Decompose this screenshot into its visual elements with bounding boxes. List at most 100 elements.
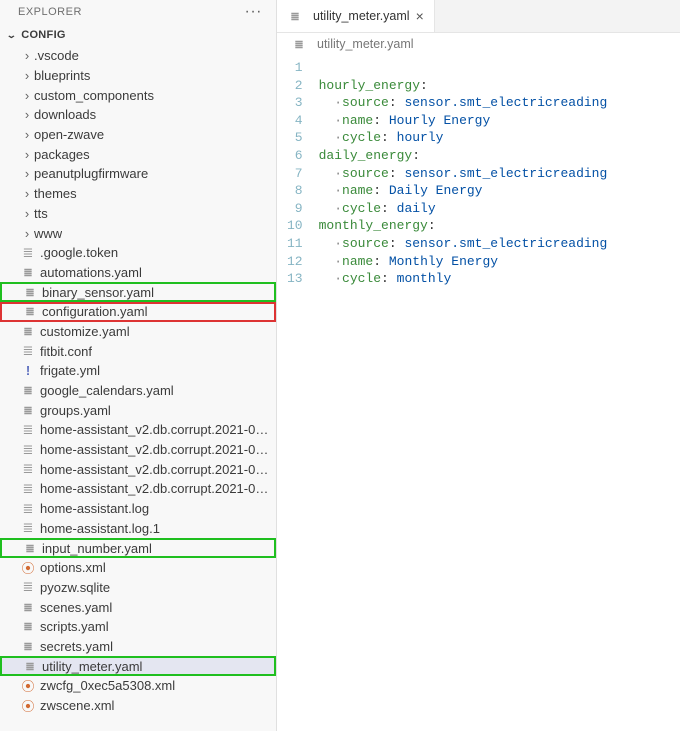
- yaml-icon: ≣: [22, 304, 38, 320]
- file-label: automations.yaml: [40, 265, 142, 280]
- file-item[interactable]: !frigate.yml: [0, 361, 276, 381]
- db-icon: ≣: [20, 481, 36, 497]
- yaml-icon: ≣: [20, 264, 36, 280]
- tab-utility-meter[interactable]: ≣ utility_meter.yaml ×: [277, 0, 435, 32]
- folder-label: open-zwave: [34, 127, 104, 142]
- file-label: secrets.yaml: [40, 639, 113, 654]
- file-item[interactable]: ≣scenes.yaml: [0, 597, 276, 617]
- db-icon: ≣: [20, 422, 36, 438]
- file-label: fitbit.conf: [40, 344, 92, 359]
- file-label: home-assistant.log.1: [40, 521, 160, 536]
- file-item[interactable]: ⦿zwcfg_0xec5a5308.xml: [0, 676, 276, 696]
- more-icon[interactable]: ···: [245, 7, 262, 17]
- yaml-icon: ≣: [287, 8, 303, 24]
- log-icon: ≣: [20, 520, 36, 536]
- folder-label: themes: [34, 186, 77, 201]
- db-icon: ≣: [20, 579, 36, 595]
- file-item[interactable]: ≣ configuration.yaml: [0, 302, 276, 322]
- file-label: configuration.yaml: [42, 304, 148, 319]
- chevron-right-icon: ›: [20, 226, 34, 241]
- breadcrumb-label: utility_meter.yaml: [317, 37, 414, 51]
- folder-item[interactable]: ›downloads: [0, 105, 276, 125]
- chevron-right-icon: ›: [20, 206, 34, 221]
- folder-label: .vscode: [34, 48, 79, 63]
- folder-item[interactable]: ›www: [0, 223, 276, 243]
- chevron-down-icon: ⌄: [6, 29, 17, 40]
- chevron-right-icon: ›: [20, 107, 34, 122]
- file-item[interactable]: ≣input_number.yaml: [0, 538, 276, 558]
- code-area[interactable]: 12345678910111213 hourly_energy: ·source…: [277, 55, 680, 731]
- file-item[interactable]: ≣pyozw.sqlite: [0, 578, 276, 598]
- folder-label: peanutplugfirmware: [34, 166, 148, 181]
- folder-label: www: [34, 226, 62, 241]
- file-label: utility_meter.yaml: [42, 659, 142, 674]
- folder-label: blueprints: [34, 68, 90, 83]
- chevron-right-icon: ›: [20, 166, 34, 181]
- file-item[interactable]: ⦿ options.xml: [0, 558, 276, 578]
- file-item[interactable]: ≣home-assistant.log: [0, 499, 276, 519]
- folder-item[interactable]: ›.vscode: [0, 46, 276, 66]
- file-label: google_calendars.yaml: [40, 383, 174, 398]
- folder-item[interactable]: ›open-zwave: [0, 125, 276, 145]
- xml-icon: ⦿: [20, 560, 36, 576]
- file-item[interactable]: ≣ .google.token: [0, 243, 276, 263]
- folder-item[interactable]: ›custom_components: [0, 85, 276, 105]
- folder-item[interactable]: ›blueprints: [0, 66, 276, 86]
- close-icon[interactable]: ×: [416, 8, 424, 24]
- file-item[interactable]: ≣groups.yaml: [0, 400, 276, 420]
- file-item[interactable]: ≣google_calendars.yaml: [0, 381, 276, 401]
- folder-label: custom_components: [34, 88, 154, 103]
- file-label: home-assistant.log: [40, 501, 149, 516]
- editor-pane: ≣ utility_meter.yaml × ≣ utility_meter.y…: [277, 0, 680, 731]
- yaml-icon: ≣: [22, 284, 38, 300]
- file-item[interactable]: ≣fitbit.conf: [0, 341, 276, 361]
- file-item[interactable]: ≣home-assistant_v2.db.corrupt.2021-08-18…: [0, 479, 276, 499]
- file-label: zwscene.xml: [40, 698, 114, 713]
- folder-item[interactable]: ›themes: [0, 184, 276, 204]
- file-item[interactable]: ≣ home-assistant.log.1: [0, 519, 276, 539]
- explorer-sidebar: EXPLORER ··· ⌄ CONFIG ›.vscode›blueprint…: [0, 0, 277, 731]
- file-item[interactable]: ⦿ zwscene.xml: [0, 696, 276, 716]
- file-label: groups.yaml: [40, 403, 111, 418]
- yaml-icon: ≣: [20, 323, 36, 339]
- explorer-title: EXPLORER: [18, 6, 82, 18]
- yaml-icon: ≣: [22, 540, 38, 556]
- line-gutter: 12345678910111213: [277, 59, 319, 731]
- xml-icon: ⦿: [20, 698, 36, 714]
- yaml-icon: ≣: [291, 36, 307, 52]
- explorer-header: EXPLORER ···: [0, 0, 276, 24]
- file-item[interactable]: ≣ binary_sensor.yaml: [0, 282, 276, 302]
- folder-item[interactable]: ›packages: [0, 144, 276, 164]
- file-label: .google.token: [40, 245, 118, 260]
- folder-item[interactable]: ›tts: [0, 204, 276, 224]
- file-label: scripts.yaml: [40, 619, 109, 634]
- file-item[interactable]: ≣secrets.yaml: [0, 637, 276, 657]
- file-item[interactable]: ≣ home-assistant_v2.db.corrupt.2021-05-06…: [0, 420, 276, 440]
- file-item[interactable]: ≣customize.yaml: [0, 322, 276, 342]
- folder-label: downloads: [34, 107, 96, 122]
- chevron-right-icon: ›: [20, 88, 34, 103]
- file-tree: ›.vscode›blueprints›custom_components›do…: [0, 46, 276, 731]
- file-item[interactable]: ≣ automations.yaml: [0, 263, 276, 283]
- generic-icon: ≣: [20, 245, 36, 261]
- file-item[interactable]: ≣home-assistant_v2.db.corrupt.2021-07-10…: [0, 440, 276, 460]
- tab-label: utility_meter.yaml: [313, 9, 410, 23]
- file-label: binary_sensor.yaml: [42, 285, 154, 300]
- file-item[interactable]: ≣utility_meter.yaml: [0, 656, 276, 676]
- file-label: frigate.yml: [40, 363, 100, 378]
- file-item[interactable]: ≣scripts.yaml: [0, 617, 276, 637]
- file-item[interactable]: ≣home-assistant_v2.db.corrupt.2021-07-21…: [0, 459, 276, 479]
- file-label: home-assistant_v2.db.corrupt.2021-05-06T…: [40, 422, 270, 437]
- config-section-header[interactable]: ⌄ CONFIG: [0, 24, 276, 46]
- chevron-right-icon: ›: [20, 48, 34, 63]
- code-content[interactable]: hourly_energy: ·source: sensor.smt_elect…: [319, 59, 608, 731]
- file-label: home-assistant_v2.db.corrupt.2021-07-21T…: [40, 462, 270, 477]
- file-label: options.xml: [40, 560, 106, 575]
- chevron-right-icon: ›: [20, 127, 34, 142]
- file-label: zwcfg_0xec5a5308.xml: [40, 678, 175, 693]
- breadcrumb[interactable]: ≣ utility_meter.yaml: [277, 33, 680, 55]
- db-icon: ≣: [20, 442, 36, 458]
- folder-label: tts: [34, 206, 48, 221]
- folder-item[interactable]: ›peanutplugfirmware: [0, 164, 276, 184]
- config-section-label: CONFIG: [21, 29, 66, 41]
